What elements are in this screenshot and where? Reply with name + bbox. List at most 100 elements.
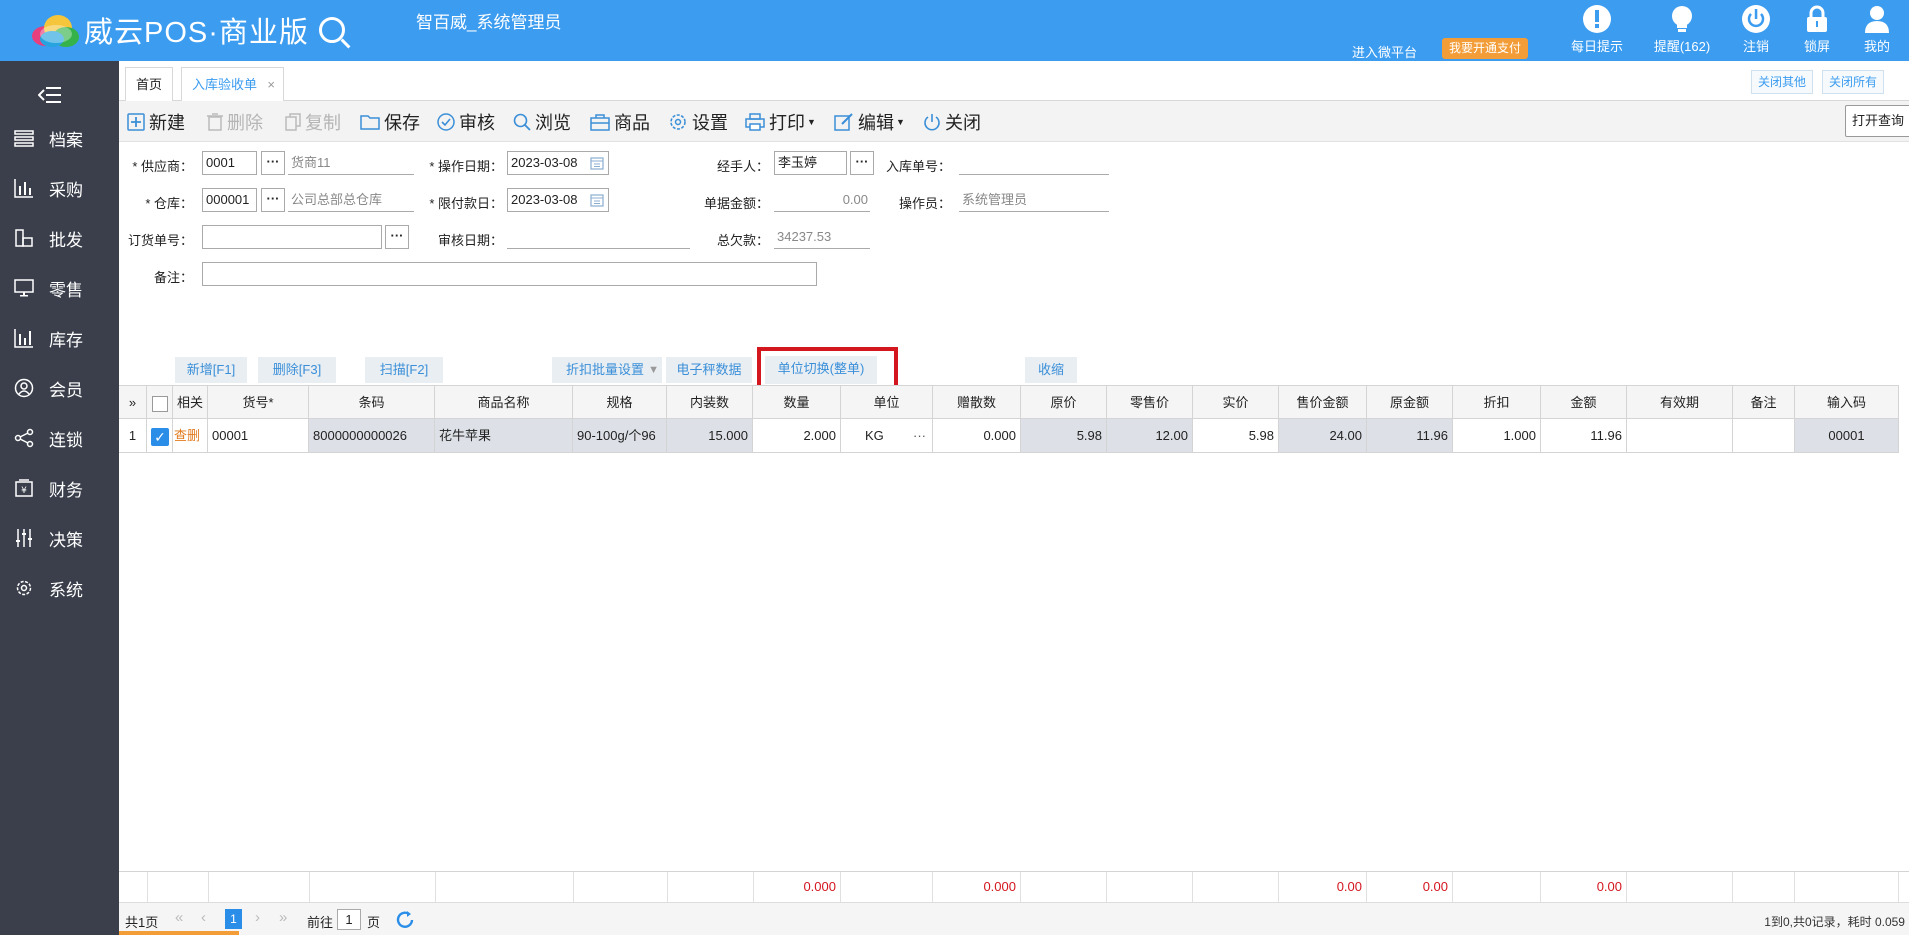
cell-real-price[interactable]: 5.98: [1193, 419, 1279, 453]
cell-gift[interactable]: 0.000: [933, 419, 1021, 453]
collapse-button[interactable]: 收缩: [1025, 357, 1077, 383]
total-pages: 共1页: [125, 915, 159, 930]
next-page-icon[interactable]: ›: [255, 909, 260, 926]
discount-batch-button[interactable]: 折扣批量设置 ▼: [552, 357, 662, 383]
printer-icon: [745, 112, 765, 131]
col-header: 单位: [841, 385, 933, 419]
cell-code[interactable]: 00001: [208, 419, 309, 453]
warehouse-code-input[interactable]: 000001: [202, 188, 257, 212]
new-button[interactable]: 新建: [127, 101, 185, 142]
discount-batch-label: 折扣批量设置: [565, 362, 644, 377]
first-page-icon[interactable]: «: [175, 909, 183, 926]
supplier-label: * 供应商：: [132, 159, 193, 174]
view-link[interactable]: 查: [174, 428, 187, 443]
open-query-button[interactable]: 打开查询: [1844, 105, 1909, 137]
delete-link[interactable]: 删: [187, 428, 200, 443]
copy-button[interactable]: 复制: [285, 101, 341, 142]
settings-button[interactable]: 设置: [668, 101, 728, 142]
cell-remark[interactable]: [1733, 419, 1795, 453]
goods-button[interactable]: 商品: [590, 101, 650, 142]
sidebar-item-chain[interactable]: 连锁: [0, 413, 119, 463]
sidebar-item-finance[interactable]: ¥ 财务: [0, 463, 119, 513]
close-icon[interactable]: ×: [267, 68, 275, 102]
unit-more-icon[interactable]: ···: [913, 419, 926, 452]
close-button[interactable]: 关闭: [923, 101, 981, 142]
audit-button[interactable]: 审核: [437, 101, 495, 142]
col-header: 折扣: [1453, 385, 1541, 419]
last-page-icon[interactable]: »: [279, 909, 287, 926]
cell-amount[interactable]: 11.96: [1541, 419, 1627, 453]
due-date-value: 2023-03-08: [511, 192, 578, 207]
lock-screen-button[interactable]: 锁屏: [1785, 4, 1849, 55]
remark-input[interactable]: [202, 262, 817, 286]
edit-button[interactable]: 编辑 ▼: [834, 101, 905, 142]
close-others-button[interactable]: 关闭其他: [1751, 70, 1814, 94]
sidebar-item-inventory[interactable]: 库存: [0, 313, 119, 363]
edit-label: 编辑: [858, 112, 894, 133]
sidebar-item-purchase[interactable]: 采购: [0, 163, 119, 213]
main-area: 首页 入库验收单 × 关闭其他 关闭所有 新建 删除 复制 保存 审核 浏览 商…: [119, 61, 1909, 935]
page-suffix: 页: [367, 915, 381, 930]
expand-columns-icon[interactable]: »: [119, 385, 147, 419]
select-all-checkbox[interactable]: [147, 385, 173, 419]
my-account-button[interactable]: 我的: [1845, 4, 1909, 55]
order-no-picker-button[interactable]: ···: [385, 225, 409, 249]
close-all-button[interactable]: 关闭所有: [1822, 70, 1885, 94]
browse-label: 浏览: [535, 112, 571, 133]
cell-spec: 90-100g/个96: [573, 419, 667, 453]
sidebar-item-member[interactable]: 会员: [0, 363, 119, 413]
supplier-code-input[interactable]: 0001: [202, 151, 257, 175]
refresh-icon[interactable]: [394, 909, 416, 931]
total-blank: [1453, 872, 1541, 902]
in-no-label: 入库单号：: [885, 159, 951, 174]
collapse-menu-icon[interactable]: [37, 85, 62, 108]
order-no-input[interactable]: [202, 225, 382, 249]
due-date-input[interactable]: 2023-03-08: [507, 188, 609, 212]
logout-button[interactable]: 注销: [1724, 4, 1788, 55]
daily-tips-label: 每日提示: [1570, 39, 1623, 54]
calendar-icon[interactable]: [590, 156, 604, 170]
cell-qty[interactable]: 2.000: [753, 419, 841, 453]
sidebar-item-label: 批发: [49, 230, 83, 250]
audit-date-label: 审核日期：: [437, 233, 503, 248]
remark-label: 备注：: [153, 270, 193, 285]
supplier-picker-button[interactable]: ···: [261, 151, 285, 175]
layers-icon: [14, 130, 34, 147]
cell-unit[interactable]: KG ···: [841, 419, 933, 453]
open-payment-button[interactable]: 我要开通支付: [1442, 38, 1529, 59]
reminder-button[interactable]: 提醒(162): [1650, 4, 1714, 55]
search-icon[interactable]: [318, 17, 345, 43]
add-row-button[interactable]: 新增[F1]: [175, 357, 247, 383]
delete-row-button[interactable]: 删除[F3]: [258, 357, 336, 383]
cell-expiry[interactable]: [1627, 419, 1733, 453]
op-date-input[interactable]: 2023-03-08: [507, 151, 609, 175]
handler-input[interactable]: 李玉婷: [774, 151, 847, 175]
tab-home[interactable]: 首页: [125, 67, 174, 101]
close-label: 关闭: [945, 112, 981, 133]
scale-data-button[interactable]: 电子秤数据: [666, 357, 752, 383]
save-label: 保存: [384, 112, 420, 133]
sidebar-item-system[interactable]: 系统: [0, 563, 119, 613]
copy-label: 复制: [305, 112, 341, 133]
calendar-icon[interactable]: [590, 193, 604, 207]
daily-tips-button[interactable]: 每日提示: [1565, 4, 1629, 55]
save-button[interactable]: 保存: [360, 101, 420, 142]
browse-button[interactable]: 浏览: [513, 101, 571, 142]
sidebar-item-wholesale[interactable]: 批发: [0, 213, 119, 263]
sidebar-item-retail[interactable]: 零售: [0, 263, 119, 313]
tab-receipt[interactable]: 入库验收单 ×: [181, 67, 285, 102]
sidebar-item-archive[interactable]: 档案: [0, 113, 119, 163]
handler-picker-button[interactable]: ···: [850, 151, 874, 175]
delete-button[interactable]: 删除: [207, 101, 263, 142]
warehouse-picker-button[interactable]: ···: [261, 188, 285, 212]
row-checkbox[interactable]: ✓: [147, 419, 173, 453]
sidebar-item-decision[interactable]: 决策: [0, 513, 119, 563]
prev-page-icon[interactable]: ‹: [201, 909, 206, 926]
print-button[interactable]: 打印 ▼: [745, 101, 816, 142]
goto-page-input[interactable]: 1: [337, 909, 361, 930]
cell-discount[interactable]: 1.000: [1453, 419, 1541, 453]
scan-button[interactable]: 扫描[F2]: [365, 357, 443, 383]
enter-wei-platform-link[interactable]: 进入微平台: [1352, 42, 1417, 61]
current-page[interactable]: 1: [225, 909, 242, 929]
lock-icon: [1807, 5, 1827, 32]
